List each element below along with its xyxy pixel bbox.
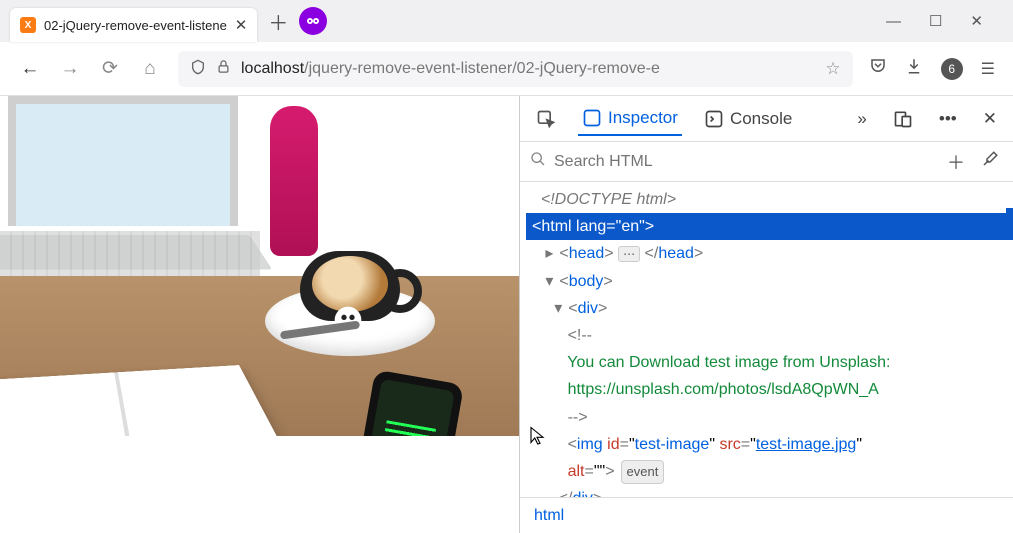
app-menu-icon[interactable]: ☰ [981, 59, 995, 79]
back-button[interactable]: ← [18, 58, 42, 80]
viewport: Inspector Console » ••• ✕ ＋ [0, 96, 1013, 533]
close-window-icon[interactable]: ✕ [970, 12, 983, 30]
extension-counter-badge[interactable]: 6 [941, 58, 963, 80]
breadcrumb[interactable]: html [520, 497, 1013, 533]
reload-button[interactable]: ⟳ [98, 57, 122, 80]
browser-tab[interactable]: X 02-jQuery-remove-event-listene ✕ [10, 8, 257, 42]
dom-head[interactable]: ▸<head> ⋯ </head> [526, 240, 1013, 267]
browser-tab-bar: X 02-jQuery-remove-event-listene ✕ ＋ — ☐… [0, 0, 1013, 42]
dom-comment[interactable]: <!-- [526, 322, 1013, 349]
dom-comment-text1: You can Download test image from Unsplas… [526, 349, 1013, 376]
url-bar[interactable]: localhost/jquery-remove-event-listener/0… [178, 51, 853, 87]
search-icon [530, 151, 546, 172]
devtools-header: Inspector Console » ••• ✕ [520, 96, 1013, 142]
pocket-icon[interactable] [869, 57, 887, 80]
dom-img-line2[interactable]: alt="">event [526, 458, 1013, 485]
element-picker-button[interactable] [532, 103, 560, 135]
devtools-search-bar: ＋ [520, 142, 1013, 182]
tab-title: 02-jQuery-remove-event-listene [44, 18, 227, 33]
dom-div[interactable]: ▾<div> [526, 295, 1013, 322]
close-tab-icon[interactable]: ✕ [235, 16, 248, 34]
url-text: localhost/jquery-remove-event-listener/0… [241, 60, 815, 78]
dom-div-close[interactable]: </div> [526, 485, 1013, 497]
dom-body[interactable]: ▾<body> [526, 268, 1013, 295]
dom-comment-close[interactable]: --> [526, 404, 1013, 431]
downloads-icon[interactable] [905, 57, 923, 80]
eyedropper-icon[interactable] [977, 150, 1003, 173]
browser-toolbar: ← → ⟳ ⌂ localhost/jquery-remove-event-li… [0, 42, 1013, 96]
breadcrumb-html[interactable]: html [534, 507, 564, 525]
scrollbar-thumb[interactable] [1006, 208, 1013, 234]
home-button[interactable]: ⌂ [138, 58, 162, 80]
shield-icon[interactable] [190, 59, 206, 79]
devtools-panel: Inspector Console » ••• ✕ ＋ [519, 96, 1013, 533]
test-image[interactable] [0, 96, 519, 436]
dom-comment-text2: https://unsplash.com/photos/lsdA8QpWN_A [526, 376, 1013, 403]
responsive-mode-icon[interactable] [889, 103, 917, 135]
tab-console[interactable]: Console [700, 103, 796, 135]
add-element-button[interactable]: ＋ [943, 149, 969, 175]
devtools-options-icon[interactable]: ••• [935, 103, 961, 135]
new-tab-button[interactable]: ＋ [263, 6, 293, 36]
privacy-mask-icon[interactable] [299, 7, 327, 35]
xampp-favicon: X [20, 17, 36, 33]
window-controls: — ☐ ✕ [886, 12, 1003, 30]
dom-html-selected[interactable]: <html lang="en"> [526, 213, 1013, 240]
dom-img[interactable]: <img id="test-image" src="test-image.jpg… [526, 431, 1013, 458]
forward-button[interactable]: → [58, 58, 82, 80]
overflow-tabs-icon[interactable]: » [853, 103, 870, 135]
search-html-input[interactable] [554, 153, 935, 171]
dom-tree[interactable]: <!DOCTYPE html> <html lang="en"> ▸<head>… [520, 182, 1013, 497]
close-devtools-icon[interactable]: ✕ [979, 103, 1001, 135]
maximize-icon[interactable]: ☐ [929, 12, 942, 30]
lock-icon[interactable] [216, 59, 231, 78]
page-content [0, 96, 519, 533]
event-badge[interactable]: event [621, 460, 665, 484]
bookmark-star-icon[interactable]: ☆ [825, 59, 840, 79]
dom-doctype[interactable]: <!DOCTYPE html> [526, 186, 1013, 213]
minimize-icon[interactable]: — [886, 13, 901, 30]
tab-inspector[interactable]: Inspector [578, 102, 682, 136]
